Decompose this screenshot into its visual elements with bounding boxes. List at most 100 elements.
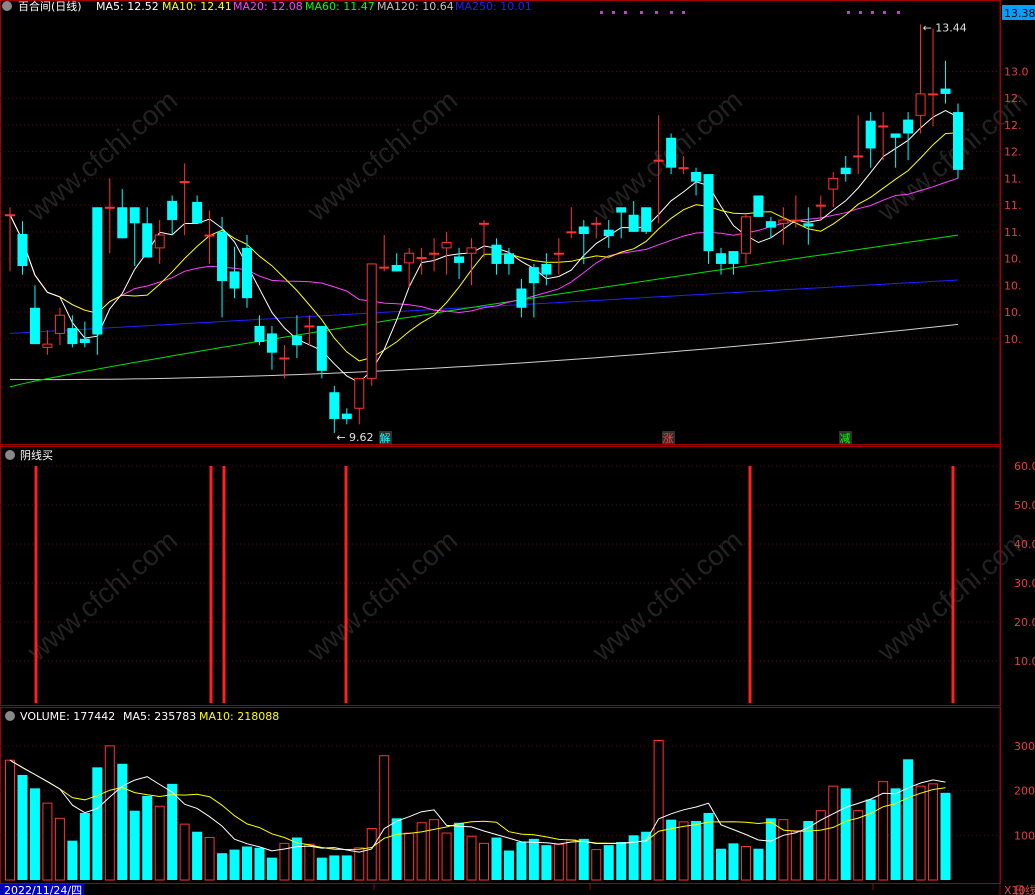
candle-body-up[interactable] [553,252,564,255]
candle-body-up[interactable] [878,125,889,128]
candle-body-down[interactable] [528,267,539,284]
candle-body-up[interactable] [928,93,939,96]
volume-bar-down[interactable] [254,847,265,880]
candle-body-down[interactable] [516,288,527,308]
volume-bar-up[interactable] [366,828,377,881]
candle-body-up[interactable] [279,357,290,360]
volume-bar-up[interactable] [5,759,15,881]
candle-body-up[interactable] [653,159,664,162]
candle-body-down[interactable] [765,221,776,228]
volume-bar-down[interactable] [242,846,252,880]
candle-body-up[interactable] [304,325,315,328]
volume-bar-down[interactable] [503,850,514,880]
candle-body-down[interactable] [266,333,277,353]
volume-bar-up[interactable] [928,783,939,881]
volume-bar-up[interactable] [204,837,215,881]
candle-body-up[interactable] [5,214,15,217]
candle-body-down[interactable] [628,214,639,232]
candle-body-down[interactable] [940,88,951,94]
candle-body-down[interactable] [454,256,465,263]
candle-body-down[interactable] [291,335,302,346]
volume-bar-up[interactable] [828,785,839,881]
candle-body-down[interactable] [79,338,90,344]
volume-bar-up[interactable] [853,810,864,881]
volume-bar-down[interactable] [803,820,814,880]
candle-body-up[interactable] [42,343,53,348]
volume-bar-up[interactable] [479,842,489,881]
candle-body-down[interactable] [578,226,589,234]
volume-bar-down[interactable] [217,853,228,880]
volume-bar-up[interactable] [354,847,365,881]
volume-bar-up[interactable] [653,740,664,881]
volume-bar-down[interactable] [728,843,739,880]
candle-body-down[interactable] [728,251,739,264]
volume-bar-down[interactable] [616,842,627,880]
candle-body-down[interactable] [491,244,502,264]
volume-bar-up[interactable] [179,823,190,881]
candle-body-down[interactable] [217,231,228,282]
candle-body-up[interactable] [915,93,926,116]
volume-bar-up[interactable] [778,819,789,881]
candle-body-up[interactable] [778,219,789,224]
candle-body-up[interactable] [815,204,826,207]
volume-bar-up[interactable] [566,839,577,881]
volume-bar-up[interactable] [42,802,53,881]
volume-bar-down[interactable] [753,848,764,880]
candle-body-up[interactable] [416,257,427,260]
candle-body-up[interactable] [354,377,365,409]
volume-bar-down[interactable] [603,845,614,880]
volume-bar-down[interactable] [29,788,40,880]
candle-body-down[interactable] [903,119,914,134]
volume-bar-up[interactable] [678,821,689,881]
volume-bar-down[interactable] [92,767,103,880]
candle-body-down[interactable] [316,325,327,371]
candle-body-up[interactable] [379,266,390,269]
candle-body-up[interactable] [566,231,577,234]
candle-body-down[interactable] [840,167,851,175]
candle-body-down[interactable] [92,207,103,335]
volume-bar-up[interactable] [104,745,115,881]
candle-body-up[interactable] [204,234,215,237]
candle-body-down[interactable] [703,174,714,252]
candle-body-down[interactable] [329,392,340,419]
volume-bar-up[interactable] [54,817,65,881]
volume-bar-down[interactable] [528,838,539,880]
candle-body-down[interactable] [341,413,352,419]
candle-body-up[interactable] [441,242,452,249]
candle-body-up[interactable] [54,314,65,334]
volume-bar-up[interactable] [815,810,826,881]
volume-bar-down[interactable] [17,774,28,880]
candle-body-down[interactable] [753,195,764,217]
volume-bar-down[interactable] [516,842,527,880]
candle-body-up[interactable] [591,222,602,225]
candle-body-down[interactable] [641,207,652,232]
volume-bar-down[interactable] [229,849,240,880]
volume-bar-down[interactable] [142,795,153,880]
volume-bar-up[interactable] [878,781,889,881]
candle-body-up[interactable] [790,219,801,222]
volume-bar-down[interactable] [578,838,589,880]
candle-body-down[interactable] [254,325,265,342]
candle-body-down[interactable] [890,133,901,138]
volume-bar-down[interactable] [167,783,178,880]
volume-bar-up[interactable] [740,845,751,881]
candle-body-down[interactable] [117,207,128,239]
volume-bar-down[interactable] [541,845,552,880]
candle-body-up[interactable] [179,181,190,184]
candle-body-down[interactable] [67,328,78,345]
volume-bar-down[interactable] [117,763,128,880]
volume-bar-up[interactable] [379,755,390,881]
volume-bar-up[interactable] [915,785,926,881]
candle-body-down[interactable] [666,137,677,168]
volume-bar-down[interactable] [67,840,78,880]
candle-body-up[interactable] [104,206,115,209]
candle-body-up[interactable] [429,252,440,255]
candle-body-down[interactable] [541,263,552,275]
volume-bar-down[interactable] [716,848,726,880]
volume-bar-up[interactable] [553,843,564,881]
collapse-icon[interactable] [5,711,15,721]
volume-bar-down[interactable] [129,810,140,880]
candle-body-down[interactable] [865,120,876,149]
candle-body-up[interactable] [853,155,864,158]
volume-bar-up[interactable] [404,832,415,881]
